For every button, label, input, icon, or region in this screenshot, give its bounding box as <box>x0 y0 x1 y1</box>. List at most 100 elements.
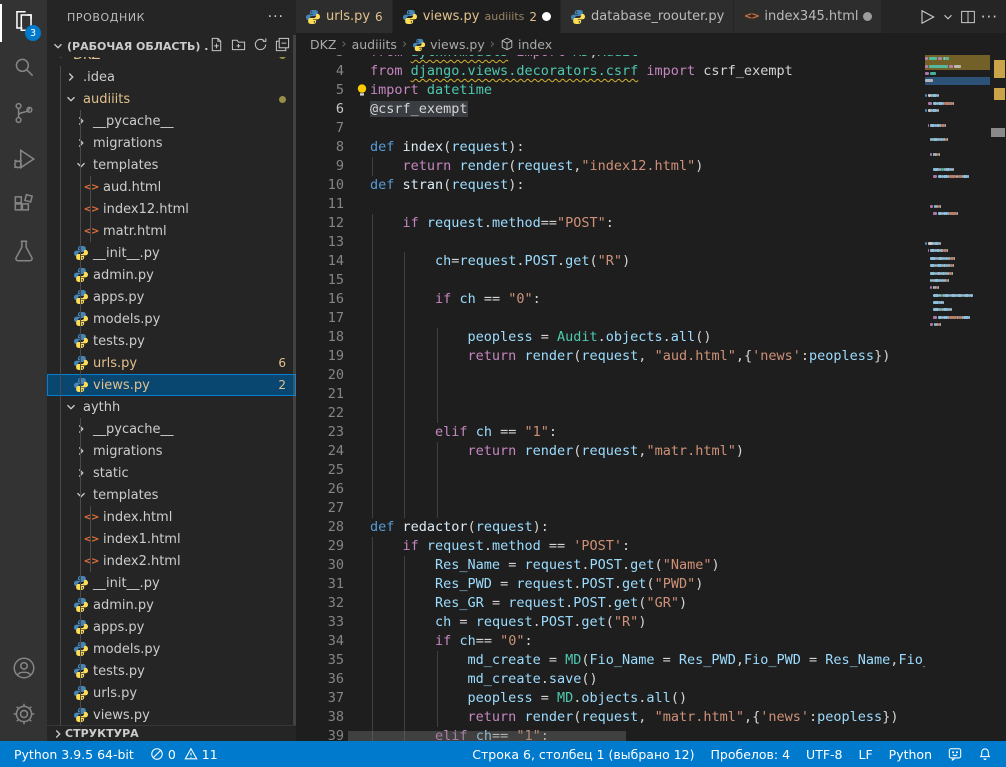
tree-file-index12-html[interactable]: <>index12.html <box>47 198 296 220</box>
tree-file--init-py[interactable]: __init__.py <box>47 242 296 264</box>
tab-views-py[interactable]: views.pyaudiiits2 <box>393 0 561 33</box>
code-editor[interactable]: 3from aythh.models import MD,Audit4from … <box>296 55 1006 741</box>
status-indentation[interactable]: Пробелов: 4 <box>703 741 799 767</box>
tree-folder-migrations[interactable]: migrations <box>47 132 296 154</box>
line-number: 29 <box>296 537 344 556</box>
status-language-mode[interactable]: Python <box>881 741 940 767</box>
breadcrumb-item-index[interactable]: index <box>500 37 552 52</box>
breadcrumb-item-audiiits[interactable]: audiiits <box>352 37 397 52</box>
tree-item-label: __pycache__ <box>93 114 173 129</box>
tree-folder-templates[interactable]: templates <box>47 154 296 176</box>
tree-folder--pycache-[interactable]: __pycache__ <box>47 418 296 440</box>
tree-file-urls-py[interactable]: urls.py <box>47 682 296 704</box>
status-feedback-button[interactable] <box>940 741 970 767</box>
outline-section-header[interactable]: СТРУКТУРА <box>47 725 296 741</box>
tab-index345-html[interactable]: <>index345.html <box>734 0 882 33</box>
workspace-section-header[interactable]: (РАБОЧАЯ ОБЛАСТЬ) ... <box>47 35 296 57</box>
status-bell-button[interactable] <box>970 741 1000 767</box>
tree-indent-guide <box>60 66 61 725</box>
status-cursor-position[interactable]: Строка 6, столбец 1 (выбрано 12) <box>464 741 702 767</box>
activitybar-testing-button[interactable] <box>0 230 47 276</box>
explorer-more-button[interactable]: ··· <box>268 0 284 35</box>
python-icon <box>412 37 426 51</box>
code-line-31: 31 Res_PWD = request.POST.get("PWD") <box>296 575 925 594</box>
tree-item-label: aud.html <box>103 180 161 195</box>
tree-file-views-py[interactable]: views.py2 <box>47 374 296 396</box>
tree-file-urls-py[interactable]: urls.py6 <box>47 352 296 374</box>
chevron-down-icon <box>51 39 65 53</box>
bell-icon <box>978 747 992 761</box>
tab-urls-py[interactable]: urls.py6 <box>296 0 393 33</box>
tree-file-tests-py[interactable]: tests.py <box>47 330 296 352</box>
lightbulb-icon[interactable] <box>355 83 369 103</box>
tree-folder-audiiits[interactable]: audiiits <box>47 88 296 110</box>
tree-file-views-py[interactable]: views.py <box>47 704 296 725</box>
indent-guide <box>372 271 373 290</box>
indent-guide <box>372 632 373 651</box>
tree-folder-dkz[interactable]: DKZ <box>47 57 296 66</box>
code-line-11: 11 <box>296 195 925 214</box>
unsaved-dot[interactable] <box>542 12 551 21</box>
breadcrumb: DKZ›audiiits›views.py›index <box>296 33 1006 55</box>
tree-file-admin-py[interactable]: admin.py <box>47 264 296 286</box>
breadcrumb-label: views.py <box>430 37 485 52</box>
tree-file-admin-py[interactable]: admin.py <box>47 594 296 616</box>
split-editor-icon[interactable] <box>959 8 977 26</box>
tree-folder-migrations[interactable]: migrations <box>47 440 296 462</box>
code-line-30: 30 Res_Name = request.POST.get("Name") <box>296 556 925 575</box>
explorer-header: ПРОВОДНИК ··· <box>47 0 296 35</box>
tree-file-index1-html[interactable]: <>index1.html <box>47 528 296 550</box>
activitybar-run-debug-button[interactable] <box>0 138 47 184</box>
tab-database-roouter-py[interactable]: database_roouter.py <box>561 0 734 33</box>
sidebar-scrollbar[interactable] <box>293 35 296 725</box>
new-file-icon[interactable] <box>209 37 224 55</box>
tree-file-models-py[interactable]: models.py <box>47 638 296 660</box>
line-number: 28 <box>296 518 344 537</box>
code-line-27: 27 <box>296 499 925 518</box>
line-number: 14 <box>296 252 344 271</box>
tree-folder--idea[interactable]: .idea <box>47 66 296 88</box>
tree-folder--pycache-[interactable]: __pycache__ <box>47 110 296 132</box>
tree-item-label: migrations <box>93 444 163 459</box>
minimap[interactable] <box>925 55 990 741</box>
tree-file-aud-html[interactable]: <>aud.html <box>47 176 296 198</box>
tree-file-index-html[interactable]: <>index.html <box>47 506 296 528</box>
status-problems[interactable]: 011 <box>142 741 226 767</box>
horizontal-scrollbar[interactable] <box>348 731 626 741</box>
indent-guide <box>437 328 438 347</box>
tree-file-apps-py[interactable]: apps.py <box>47 286 296 308</box>
activitybar-account-button[interactable] <box>0 647 47 693</box>
indent-guide <box>372 499 373 518</box>
more-button[interactable]: ··· <box>981 8 998 26</box>
activitybar-source-control-button[interactable] <box>0 92 47 138</box>
activitybar-settings-button[interactable] <box>0 693 47 739</box>
tree-file-models-py[interactable]: models.py <box>47 308 296 330</box>
refresh-icon[interactable] <box>253 37 268 55</box>
new-folder-icon[interactable] <box>231 37 246 55</box>
status-python-version[interactable]: Python 3.9.5 64-bit <box>6 741 142 767</box>
tree-file-apps-py[interactable]: apps.py <box>47 616 296 638</box>
indent-guide <box>404 309 405 328</box>
activitybar-search-button[interactable] <box>0 46 47 92</box>
activitybar-extensions-button[interactable] <box>0 184 47 230</box>
tree-file-index2-html[interactable]: <>index2.html <box>47 550 296 572</box>
run-icon[interactable] <box>917 7 937 27</box>
collapse-all-icon[interactable] <box>275 37 290 55</box>
line-number: 21 <box>296 385 344 404</box>
breadcrumb-item-views-py[interactable]: views.py <box>412 37 485 52</box>
activitybar-explorer-button[interactable]: 3 <box>0 0 47 46</box>
unsaved-dot[interactable] <box>863 12 872 21</box>
chevron-right-icon <box>73 443 89 459</box>
breadcrumb-item-dkz[interactable]: DKZ <box>310 37 336 52</box>
tree-folder-static[interactable]: static <box>47 462 296 484</box>
indent-guide <box>372 385 373 404</box>
status-eol[interactable]: LF <box>851 741 881 767</box>
tree-file-tests-py[interactable]: tests.py <box>47 660 296 682</box>
tree-file--init-py[interactable]: __init__.py <box>47 572 296 594</box>
tree-file-matr-html[interactable]: <>matr.html <box>47 220 296 242</box>
run-dropdown-icon[interactable] <box>941 10 955 24</box>
status-encoding[interactable]: UTF-8 <box>798 741 850 767</box>
tree-folder-aythh[interactable]: aythh <box>47 396 296 418</box>
tree-item-label: urls.py <box>93 686 137 701</box>
tree-folder-templates[interactable]: templates <box>47 484 296 506</box>
